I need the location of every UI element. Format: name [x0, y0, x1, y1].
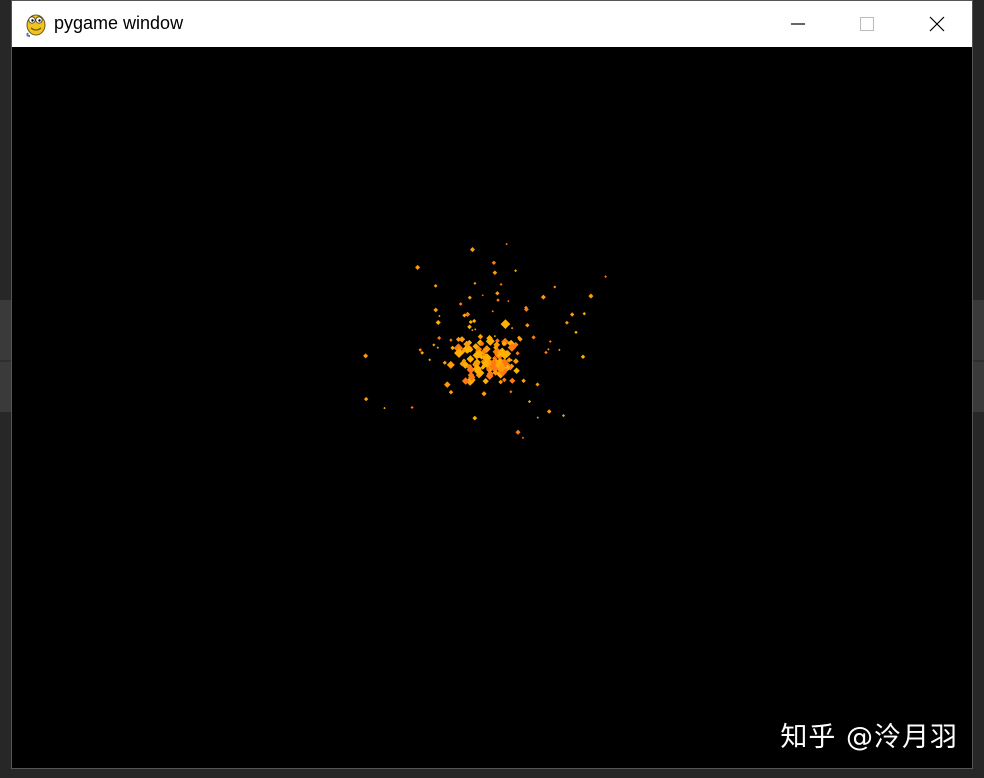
particle: [467, 324, 472, 330]
particle: [444, 381, 451, 388]
particle: [482, 377, 489, 385]
particle: [525, 323, 530, 328]
particle: [415, 264, 421, 270]
particle: [505, 242, 508, 246]
particle: [582, 312, 586, 316]
particle: [436, 346, 440, 349]
particle: [473, 281, 477, 285]
particle: [547, 348, 550, 351]
particle: [363, 396, 369, 402]
particle-burst: [363, 242, 607, 440]
particle: [512, 358, 519, 365]
particle: [435, 319, 441, 326]
particle: [495, 291, 500, 296]
particle: [467, 295, 472, 300]
particle: [515, 429, 521, 435]
particle: [363, 353, 369, 359]
particle: [509, 390, 513, 394]
particle: [535, 382, 540, 387]
particle: [418, 348, 422, 352]
particle: [449, 338, 453, 342]
particle: [471, 328, 474, 332]
particle: [521, 436, 525, 440]
particle: [553, 285, 557, 289]
particle: [507, 299, 510, 303]
particle: [437, 336, 442, 341]
particle: [588, 293, 594, 299]
particle: [472, 318, 477, 324]
window-title: pygame window: [54, 13, 184, 33]
particle: [491, 310, 494, 313]
particle: [546, 409, 552, 414]
close-icon: [929, 16, 945, 32]
particle: [433, 283, 438, 288]
particle: [410, 405, 414, 410]
particle: [464, 311, 471, 317]
particle: [501, 377, 507, 383]
close-button[interactable]: [902, 1, 972, 47]
particle: [448, 389, 454, 395]
particle: [428, 358, 432, 362]
particle: [574, 330, 578, 334]
particle: [564, 320, 569, 325]
particle: [569, 312, 575, 317]
particle: [527, 400, 532, 404]
particle: [432, 343, 436, 347]
particle: [438, 314, 441, 318]
title-bar[interactable]: pygame window: [12, 1, 972, 47]
maximize-icon: [859, 16, 875, 32]
pygame-snake-icon: [24, 11, 48, 37]
particle: [515, 351, 520, 356]
particle: [548, 340, 552, 343]
particle: [477, 333, 484, 340]
particle: [544, 350, 548, 355]
particle: [446, 360, 455, 369]
particle: [510, 326, 514, 330]
particle: [540, 294, 546, 300]
particle: [481, 391, 487, 397]
particle: [558, 348, 561, 352]
particle: [472, 415, 478, 421]
zhihu-watermark: 知乎 @泠月羽: [780, 722, 958, 753]
particle: [500, 319, 511, 329]
particle: [433, 307, 439, 313]
particle: [604, 275, 607, 279]
particle: [468, 319, 473, 325]
particle: [498, 379, 504, 385]
particle: [458, 302, 463, 306]
particle: [499, 283, 503, 286]
particle: [493, 334, 497, 338]
particle: [442, 360, 447, 365]
particle: [473, 328, 477, 331]
particle: [531, 335, 536, 340]
minimize-button[interactable]: [763, 1, 833, 47]
particle: [492, 270, 498, 276]
particle: [521, 378, 526, 384]
minimize-icon: [790, 16, 806, 32]
particle: [513, 367, 520, 374]
particle: [420, 350, 425, 355]
particle: [514, 269, 518, 273]
game-canvas[interactable]: 知乎 @泠月羽: [12, 47, 972, 768]
particle: [536, 416, 540, 419]
particle: [455, 336, 462, 342]
particle: [561, 414, 566, 418]
particle: [496, 298, 500, 302]
pygame-window: pygame window 知乎 @泠月羽: [12, 1, 972, 768]
maximize-button[interactable]: [832, 1, 902, 47]
particle: [491, 260, 497, 265]
particle: [481, 294, 484, 297]
particle: [469, 247, 476, 253]
particle: [509, 377, 516, 384]
particle: [580, 354, 586, 359]
particle: [383, 406, 386, 410]
particle: [450, 345, 455, 351]
